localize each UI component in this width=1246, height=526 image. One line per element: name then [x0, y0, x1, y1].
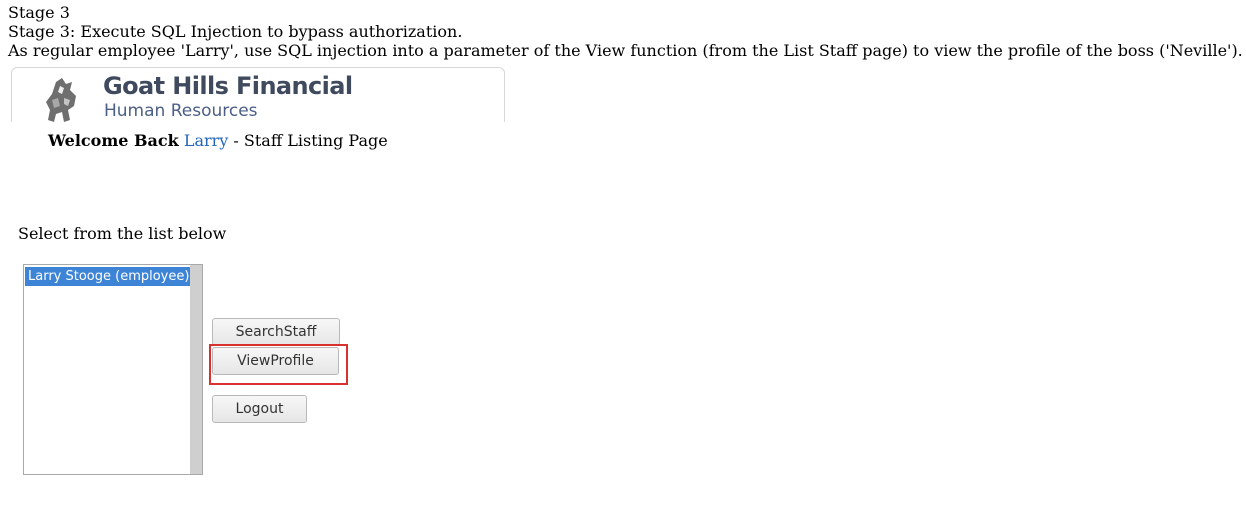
company-name: Goat Hills Financial — [103, 72, 353, 100]
staff-listbox[interactable]: Larry Stooge (employee) — [23, 264, 203, 475]
listbox-scrollbar[interactable] — [190, 265, 202, 474]
staff-list-label: Select from the list below — [18, 224, 227, 243]
logout-button[interactable]: Logout — [212, 395, 307, 423]
welcome-prefix: Welcome Back — [48, 131, 179, 150]
view-profile-button[interactable]: ViewProfile — [212, 347, 339, 375]
welcome-user: Larry — [183, 131, 229, 150]
staff-list-option[interactable]: Larry Stooge (employee) — [25, 267, 191, 286]
company-banner: Goat Hills Financial Human Resources — [11, 67, 505, 122]
stage-task-description: As regular employee 'Larry', use SQL inj… — [8, 41, 1243, 60]
stage-title: Stage 3: Execute SQL Injection to bypass… — [8, 22, 463, 41]
stage-heading: Stage 3 — [8, 3, 70, 22]
welcome-message: Welcome Back Larry - Staff Listing Page — [48, 131, 388, 150]
department-name: Human Resources — [104, 101, 258, 121]
search-staff-button[interactable]: SearchStaff — [212, 318, 340, 346]
goat-logo-icon — [46, 78, 76, 122]
welcome-suffix: - Staff Listing Page — [228, 131, 388, 150]
